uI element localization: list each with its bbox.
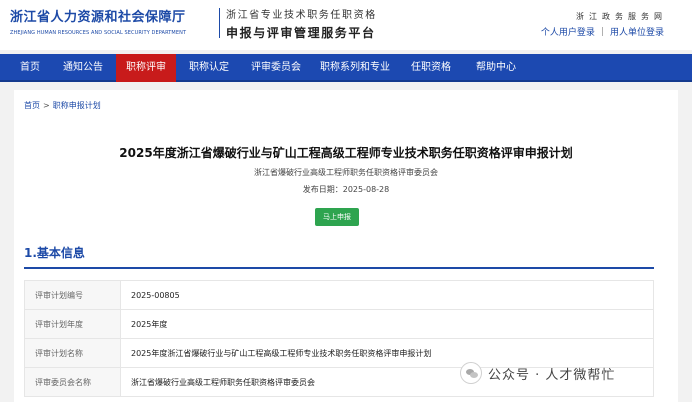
- site-name-char: 服: [628, 12, 636, 21]
- row-label: 评审计划编号: [24, 280, 121, 310]
- nav-title-recognition[interactable]: 职称认定: [179, 54, 239, 82]
- site-name-char: 政: [602, 12, 610, 21]
- section-title-basic-info: 1.基本信息: [24, 246, 85, 260]
- platform-name: 浙江省专业技术职务任职资格 申报与评审管理服务平台: [226, 6, 377, 41]
- breadcrumb-current-link[interactable]: 职称申报计划: [53, 101, 101, 110]
- personal-login-link[interactable]: 个人用户登录: [541, 25, 595, 38]
- platform-name-line2: 申报与评审管理服务平台: [226, 26, 376, 40]
- breadcrumb-home-link[interactable]: 首页: [24, 101, 40, 110]
- nav-notices[interactable]: 通知公告: [53, 54, 113, 82]
- login-divider: |: [600, 26, 604, 37]
- main-nav: 首页 通知公告 职称评审 职称认定 评审委员会 职称系列和专业 任职资格 帮助中…: [0, 54, 692, 82]
- breadcrumb-separator: >: [43, 101, 50, 110]
- site-logo[interactable]: 浙江省人力资源和社会保障厅 ZHEJIANG HUMAN RESOURCES A…: [10, 6, 215, 40]
- site-name-char: 务: [641, 12, 649, 21]
- nav-title-review[interactable]: 职称评审: [116, 54, 176, 82]
- site-name-char: 江: [589, 12, 597, 21]
- nav-review-committee[interactable]: 评审委员会: [242, 54, 310, 82]
- nav-title-series[interactable]: 职称系列和专业: [313, 54, 397, 82]
- platform-name-line1: 浙江省专业技术职务任职资格: [226, 10, 377, 21]
- watermark-text: 公众号 · 人才微帮忙: [488, 367, 616, 383]
- login-links: 个人用户登录 | 用人单位登录: [541, 25, 664, 39]
- site-name-char: 务: [615, 12, 623, 21]
- row-label: 评审计划年度: [24, 309, 121, 339]
- unit-login-link[interactable]: 用人单位登录: [610, 25, 664, 38]
- breadcrumb: 首页 > 职称申报计划: [24, 100, 101, 111]
- page: 浙江省人力资源和社会保障厅 ZHEJIANG HUMAN RESOURCES A…: [0, 0, 692, 402]
- site-header: 浙江省人力资源和社会保障厅 ZHEJIANG HUMAN RESOURCES A…: [0, 0, 692, 50]
- site-name-char: 网: [654, 12, 662, 21]
- logo-divider: [219, 8, 220, 38]
- apply-now-button[interactable]: 马上申报: [315, 208, 359, 226]
- nav-qualifications[interactable]: 任职资格: [400, 54, 462, 82]
- row-label: 评审委员会名称: [24, 367, 121, 397]
- table-row: 评审计划年度 2025年度: [24, 309, 654, 339]
- wechat-watermark: 公众号 · 人才微帮忙: [460, 362, 615, 384]
- wechat-icon: [460, 362, 482, 384]
- nav-home[interactable]: 首页: [10, 54, 50, 82]
- row-label: 评审计划名称: [24, 338, 121, 368]
- plan-committee: 浙江省爆破行业高级工程师职务任职资格评审委员会: [254, 168, 438, 177]
- section-divider: [24, 267, 654, 269]
- content-panel: 首页 > 职称申报计划 2025年度浙江省爆破行业与矿山工程高级工程师专业技术职务任…: [14, 90, 678, 402]
- logo-title: 浙江省人力资源和社会保障厅: [10, 10, 186, 25]
- plan-publish-date: 发布日期：2025-08-28: [302, 185, 390, 194]
- site-name-char: 浙: [576, 12, 584, 21]
- logo-subtitle: ZHEJIANG HUMAN RESOURCES AND SOCIAL SECU…: [10, 30, 187, 36]
- zhejiang-gov-service-link[interactable]: 浙 江 政 务 服 务 网: [576, 11, 662, 22]
- nav-help-center[interactable]: 帮助中心: [465, 54, 527, 82]
- table-row: 评审计划编号 2025-00805: [24, 280, 654, 310]
- row-value: 2025年度: [120, 309, 654, 339]
- row-value: 2025-00805: [120, 280, 654, 310]
- plan-title: 2025年度浙江省爆破行业与矿山工程高级工程师专业技术职务任职资格评审申报计划: [119, 146, 573, 160]
